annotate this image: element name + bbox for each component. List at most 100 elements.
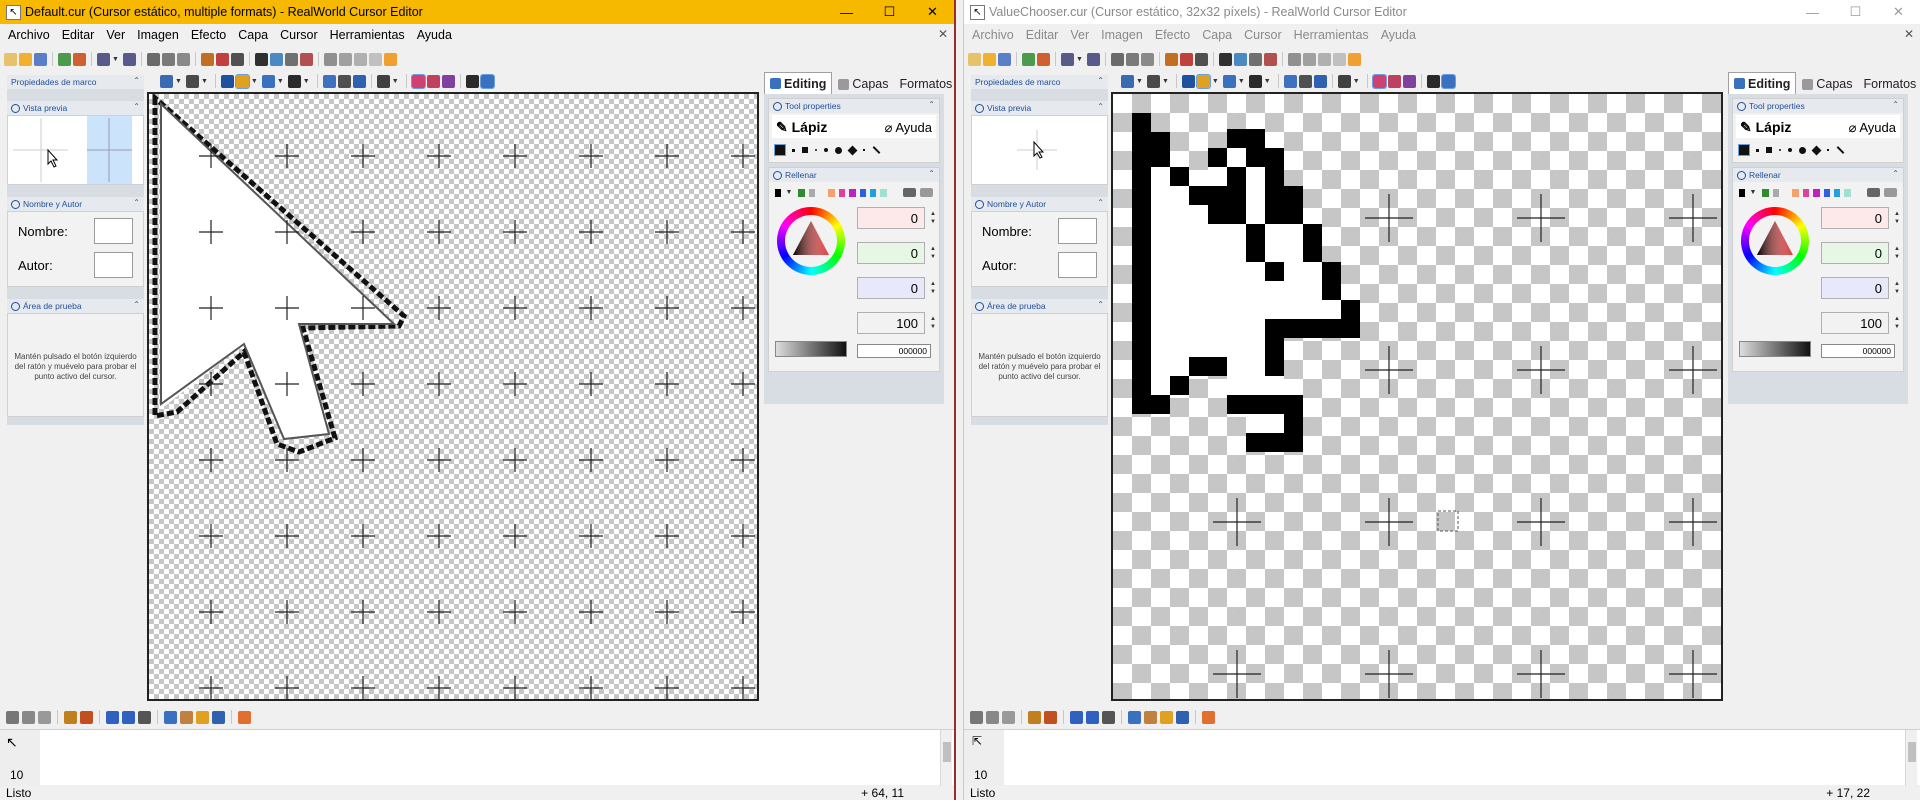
eyedropper-icon[interactable]	[1298, 74, 1312, 88]
color-swatch[interactable]	[838, 188, 846, 197]
pencil-icon[interactable]	[1195, 73, 1211, 89]
collapse-icon[interactable]: ⌃	[1892, 169, 1899, 178]
frame-tool-2-icon[interactable]	[1144, 710, 1157, 724]
lock-icon[interactable]	[1883, 188, 1897, 197]
brush-round[interactable]	[1799, 146, 1806, 154]
line-icon[interactable]	[1222, 74, 1236, 88]
transform-icon[interactable]	[230, 52, 244, 66]
new-icon[interactable]	[968, 52, 981, 66]
close-document-icon[interactable]: ✕	[1904, 27, 1914, 41]
menu-imagen[interactable]: Imagen	[1095, 24, 1149, 46]
refresh-icon[interactable]	[238, 710, 251, 724]
layer-icon[interactable]	[1248, 52, 1262, 66]
brush-round[interactable]	[835, 146, 842, 154]
menu-imagen[interactable]: Imagen	[131, 24, 185, 46]
green-spinner[interactable]: 0 ▲ ▼	[1821, 242, 1900, 264]
maximize-button[interactable]: ☐	[868, 0, 911, 24]
export-icon[interactable]	[58, 52, 71, 66]
brush-diagonal[interactable]	[1836, 146, 1845, 154]
author-field[interactable]	[94, 252, 133, 278]
brush-1px[interactable]	[1738, 144, 1750, 156]
frame-insert-icon[interactable]	[22, 710, 35, 724]
selection-icon[interactable]	[1121, 74, 1134, 88]
color-swatch[interactable]	[1833, 188, 1841, 197]
green-spinner[interactable]: 0 ▲ ▼	[857, 242, 936, 264]
redo-icon[interactable]	[122, 52, 136, 66]
close-button[interactable]: ✕	[1877, 0, 1920, 24]
menu-capa[interactable]: Capa	[1196, 24, 1238, 46]
pixel-grid-icon[interactable]	[479, 73, 495, 89]
frame-new-icon[interactable]	[6, 710, 19, 724]
menu-herramientas[interactable]: Herramientas	[324, 24, 411, 46]
collapse-icon[interactable]: ⌃	[1097, 198, 1104, 207]
lasso-icon[interactable]	[185, 74, 199, 88]
text-icon[interactable]	[220, 74, 234, 88]
close-button[interactable]: ✕	[911, 0, 954, 24]
color-swatch[interactable]	[880, 188, 887, 197]
eyedropper-icon[interactable]	[902, 188, 916, 197]
frame-move-right-icon[interactable]	[1086, 710, 1099, 724]
menu-efecto[interactable]: Efecto	[1149, 24, 1196, 46]
color-swatch[interactable]	[1772, 188, 1780, 197]
author-field[interactable]	[1058, 252, 1097, 278]
test-area[interactable]: Mantén pulsado el botón izquierdo del ra…	[971, 313, 1108, 417]
brush-square[interactable]	[802, 147, 808, 153]
collapse-icon[interactable]: ⌃	[133, 300, 140, 309]
tab-formatos[interactable]: Formatos	[1859, 74, 1920, 94]
layer-mode-1-icon[interactable]	[410, 73, 426, 89]
rotate-icon[interactable]	[1317, 52, 1331, 66]
frame-delete-icon[interactable]	[38, 710, 51, 724]
color-swatch[interactable]	[1813, 188, 1820, 197]
frame-new-icon[interactable]	[970, 710, 983, 724]
frame-tool-3-icon[interactable]	[196, 710, 209, 724]
user-icon[interactable]	[299, 52, 313, 66]
audio-icon[interactable]	[1037, 52, 1050, 66]
pencil-icon[interactable]	[234, 73, 250, 89]
palette[interactable]: ▼	[1733, 182, 1903, 201]
frame-tool-4-icon[interactable]	[1176, 710, 1189, 724]
layer-icon[interactable]	[284, 52, 298, 66]
hex-field[interactable]: 000000	[857, 344, 931, 358]
zoom-icon[interactable]	[376, 74, 390, 88]
collapse-icon[interactable]: ⌃	[928, 100, 935, 109]
layer-mode-2-icon[interactable]	[1387, 74, 1401, 88]
text-icon[interactable]	[1181, 74, 1195, 88]
brush-dot[interactable]	[815, 149, 817, 151]
audio-icon[interactable]	[73, 52, 86, 66]
copy-icon[interactable]	[161, 52, 175, 66]
frame-delete-icon[interactable]	[1002, 710, 1015, 724]
menu-ayuda[interactable]: Ayuda	[411, 24, 458, 46]
pixel-grid-icon[interactable]	[1440, 73, 1456, 89]
collapse-icon[interactable]: ⌃	[928, 169, 935, 178]
fill-icon[interactable]	[1283, 74, 1297, 88]
drawing-canvas[interactable]	[1111, 92, 1723, 701]
red-spinner[interactable]: 0 ▲ ▼	[857, 207, 936, 229]
tab-formatos[interactable]: Formatos	[895, 74, 955, 94]
test-area[interactable]: Mantén pulsado el botón izquierdo del ra…	[7, 313, 144, 417]
grid-icon[interactable]	[465, 74, 479, 88]
color-swatch[interactable]	[828, 188, 835, 197]
collapse-icon[interactable]: ⌃	[133, 198, 140, 207]
frame-insert-icon[interactable]	[986, 710, 999, 724]
color-swatch[interactable]	[798, 188, 805, 197]
brush-slash[interactable]	[863, 149, 865, 151]
brush-round-small[interactable]	[1788, 148, 1792, 152]
eyedropper-icon[interactable]	[337, 74, 351, 88]
menu-editar[interactable]: Editar	[56, 24, 101, 46]
collapse-icon[interactable]: ⌃	[1892, 100, 1899, 109]
save-icon[interactable]	[998, 52, 1011, 66]
brush-diamond[interactable]	[847, 145, 858, 155]
menu-capa[interactable]: Capa	[232, 24, 274, 46]
menu-efecto[interactable]: Efecto	[185, 24, 232, 46]
undo-icon[interactable]	[97, 52, 110, 66]
frame-copy-icon[interactable]	[64, 710, 77, 724]
frame-tool-4-icon[interactable]	[212, 710, 225, 724]
paste-icon[interactable]	[1140, 52, 1154, 66]
minimize-button[interactable]: —	[825, 0, 868, 24]
paste-icon[interactable]	[176, 52, 190, 66]
layer-mode-3-icon[interactable]	[1402, 74, 1416, 88]
brush-1px[interactable]	[774, 144, 786, 156]
copy-icon[interactable]	[1125, 52, 1139, 66]
menu-archivo[interactable]: Archivo	[966, 24, 1020, 46]
brush-diamond[interactable]	[1811, 145, 1822, 155]
